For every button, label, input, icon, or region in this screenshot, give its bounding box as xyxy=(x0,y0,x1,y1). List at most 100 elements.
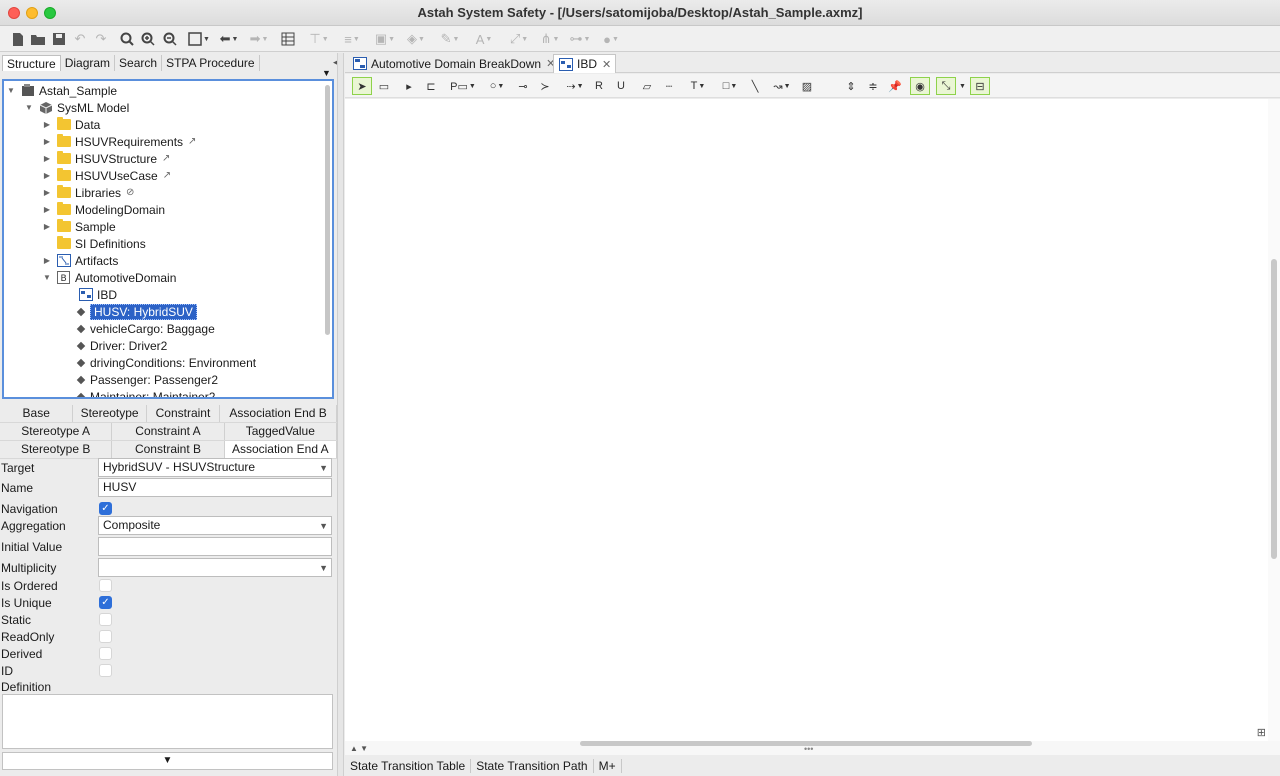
id-checkbox[interactable] xyxy=(99,664,112,677)
select-tool-icon[interactable]: ➤ xyxy=(352,77,372,95)
layout-icon[interactable]: ⋔ ▼ xyxy=(536,30,564,48)
tree-item-data[interactable]: ▶ Data xyxy=(42,116,100,133)
snap-icon[interactable]: ◉ xyxy=(910,77,930,95)
provided-interface-icon[interactable]: ≻ xyxy=(537,77,553,95)
block-tool-icon[interactable]: ▭ xyxy=(376,77,392,95)
fill-color-icon[interactable]: ◈ ▼ xyxy=(401,30,431,48)
vertical-spacing-icon[interactable]: ⇕ xyxy=(843,77,859,95)
multiplicity-select[interactable]: ▼ xyxy=(98,558,332,577)
derived-checkbox[interactable] xyxy=(99,647,112,660)
part-tool-icon[interactable]: P▭ ▼ xyxy=(449,77,477,95)
tree-item-hsuvrequirements[interactable]: ▶ HSUVRequirements ↗ xyxy=(42,133,196,150)
tree-model[interactable]: ▼ SysML Model xyxy=(24,99,129,116)
static-checkbox[interactable] xyxy=(99,613,112,626)
definition-textarea[interactable] xyxy=(2,694,333,749)
expand-arrow-icon[interactable]: ▼ xyxy=(6,86,16,95)
tree-item-libraries[interactable]: ▶ Libraries ⊘ xyxy=(42,184,134,201)
expand-arrow-icon[interactable]: ▶ xyxy=(42,154,52,163)
tab-structure[interactable]: Structure xyxy=(2,55,61,71)
align-icon[interactable]: ⊤ ▼ xyxy=(306,30,332,48)
expand-arrow-icon[interactable]: ▶ xyxy=(42,188,52,197)
tab-constraint-a[interactable]: Constraint A xyxy=(112,423,225,440)
tab-automotive-domain-breakdown[interactable]: Automotive Domain BreakDown ✕ xyxy=(348,54,559,73)
arrange-icon[interactable]: ▣ ▼ xyxy=(371,30,399,48)
tree-child-drivingconditions[interactable]: drivingConditions: Environment xyxy=(74,354,256,371)
line-tool-icon[interactable]: ╲ xyxy=(747,77,763,95)
expand-arrow-icon[interactable]: ▶ xyxy=(42,171,52,180)
expand-arrow-icon[interactable]: ▼ xyxy=(42,273,52,282)
tree-item-si-definitions[interactable]: SI Definitions xyxy=(42,235,146,252)
horizontal-spacing-icon[interactable]: ≑ xyxy=(865,77,881,95)
tab-base[interactable]: Base xyxy=(0,405,74,422)
distribute-icon[interactable]: ≡ ▼ xyxy=(338,30,366,48)
tree-child-driver[interactable]: Driver: Driver2 xyxy=(74,337,167,354)
tab-stereotype[interactable]: Stereotype xyxy=(73,405,147,422)
tree-scrollbar[interactable] xyxy=(325,85,330,335)
navigation-checkbox[interactable]: ✓ xyxy=(99,502,112,515)
tree-child-vehiclecargo[interactable]: vehicleCargo: Baggage xyxy=(74,320,215,337)
open-folder-icon[interactable] xyxy=(30,30,46,48)
tab-stereotype-a[interactable]: Stereotype A xyxy=(0,423,113,440)
item-flow-tool-icon[interactable]: R xyxy=(591,77,607,95)
tab-constraint-b[interactable]: Constraint B xyxy=(112,441,225,458)
flow-port-tool-icon[interactable]: ⊏ xyxy=(423,77,439,95)
target-select[interactable]: HybridSUV - HSUVStructure ▼ xyxy=(98,458,332,477)
tree-item-hsuvstructure[interactable]: ▶ HSUVStructure ↗ xyxy=(42,150,170,167)
expand-down-icon[interactable]: ▼ xyxy=(2,752,333,770)
expand-arrow-icon[interactable]: ▶ xyxy=(42,222,52,231)
tab-taggedvalue[interactable]: TaggedValue xyxy=(225,423,337,440)
tree-child-maintainer[interactable]: Maintainer: Maintainer2 xyxy=(74,388,215,397)
rectangle-tool-icon[interactable]: □ ▼ xyxy=(717,77,743,95)
tab-stpa-procedure[interactable]: STPA Procedure xyxy=(162,55,260,71)
diagram-canvas[interactable]: ⊞ xyxy=(345,99,1268,741)
redo-icon[interactable]: ↷ xyxy=(93,30,109,48)
line-mode-icon[interactable]: ⤡ xyxy=(936,77,956,95)
grid-icon[interactable] xyxy=(280,30,296,48)
back-icon[interactable]: ⬅ ▼ xyxy=(216,30,242,48)
tab-diagram[interactable]: Diagram xyxy=(61,55,116,71)
undo-icon[interactable]: ↶ xyxy=(72,30,88,48)
drag-handle-icon[interactable]: ••• xyxy=(804,744,813,754)
expand-arrow-icon[interactable]: ▼ xyxy=(24,103,34,112)
binding-tool-icon[interactable]: U xyxy=(613,77,629,95)
expand-arrow-icon[interactable]: ▶ xyxy=(42,256,52,265)
overview-icon[interactable]: ⊞ xyxy=(1257,726,1266,739)
note-tool-icon[interactable]: ▱ xyxy=(639,77,655,95)
tree-root[interactable]: ▼ Astah_Sample xyxy=(6,82,117,99)
expand-arrow-icon[interactable]: ▶ xyxy=(42,205,52,214)
note-anchor-icon[interactable]: ┄ xyxy=(661,77,677,95)
tree-child-passenger[interactable]: Passenger: Passenger2 xyxy=(74,371,218,388)
tab-state-transition-path[interactable]: State Transition Path xyxy=(471,759,594,773)
panel-splitter[interactable] xyxy=(337,53,344,776)
tab-ibd[interactable]: IBD ✕ xyxy=(553,54,617,73)
tree-item-modelingdomain[interactable]: ▶ ModelingDomain xyxy=(42,201,165,218)
is-ordered-checkbox[interactable] xyxy=(99,579,112,592)
new-file-icon[interactable] xyxy=(10,30,26,48)
pin-icon[interactable]: 📌 xyxy=(887,77,903,95)
forward-icon[interactable]: ➡ ▼ xyxy=(246,30,272,48)
tab-state-transition-table[interactable]: State Transition Table xyxy=(345,759,472,773)
tab-search[interactable]: Search xyxy=(115,55,163,71)
name-field[interactable]: HUSV xyxy=(98,478,332,497)
readonly-checkbox[interactable] xyxy=(99,630,112,643)
connector-tool-icon[interactable]: ⇢ ▼ xyxy=(561,77,589,95)
zoom-fit-icon[interactable] xyxy=(119,30,135,48)
tree-item-hsuvusecase[interactable]: ▶ HSUVUseCase ↗ xyxy=(42,167,171,184)
tab-stereotype-b[interactable]: Stereotype B xyxy=(0,441,113,458)
tab-association-end-a[interactable]: Association End A xyxy=(224,441,337,458)
image-tool-icon[interactable]: ▨ xyxy=(799,77,815,95)
is-unique-checkbox[interactable]: ✓ xyxy=(99,596,112,609)
tree-item-sample[interactable]: ▶ Sample xyxy=(42,218,116,235)
expand-arrow-icon[interactable]: ▶ xyxy=(42,120,52,129)
fit-window-icon[interactable]: ▼ xyxy=(185,30,213,48)
save-icon[interactable] xyxy=(51,30,67,48)
style-icon[interactable]: ● ▼ xyxy=(597,30,625,48)
zoom-in-icon[interactable] xyxy=(140,30,156,48)
required-interface-icon[interactable]: ⊸ xyxy=(515,77,531,95)
scroll-up-down-icon[interactable]: ▲ ▼ xyxy=(350,744,368,753)
line-color-icon[interactable]: ✎ ▼ xyxy=(435,30,465,48)
tree-layout-icon[interactable]: ⊶ ▼ xyxy=(566,30,594,48)
tree-child-ibd[interactable]: IBD xyxy=(78,286,117,303)
initial-value-field[interactable] xyxy=(98,537,332,556)
line-mode-dropdown-icon[interactable]: ▼ xyxy=(957,77,967,95)
